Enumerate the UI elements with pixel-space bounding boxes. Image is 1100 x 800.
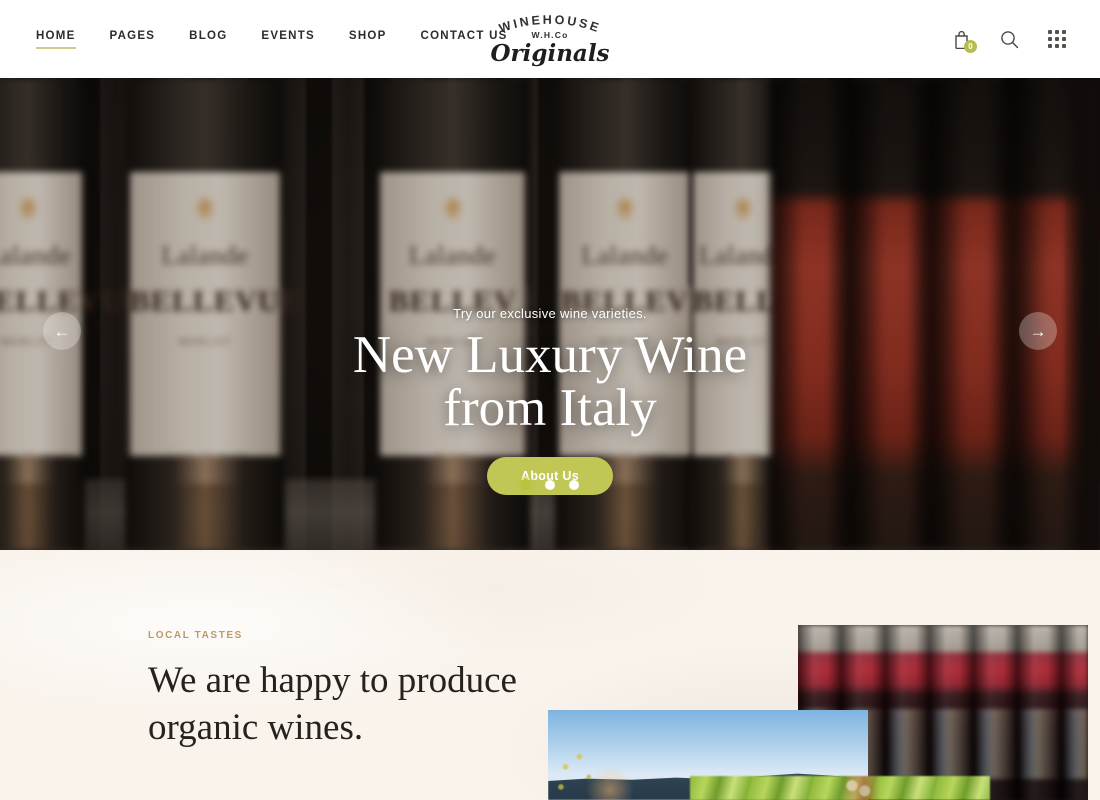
about-text-block: LOCAL TASTES We are happy to produce org… xyxy=(148,630,528,752)
hero-title: New Luxury Wine from Italy xyxy=(0,329,1100,435)
main-navigation: HOME PAGES BLOG EVENTS SHOP CONTACT US xyxy=(36,30,508,49)
slider-pagination xyxy=(0,480,1100,490)
hero-title-line-1: New Luxury Wine xyxy=(352,326,748,384)
nav-item-events[interactable]: EVENTS xyxy=(261,30,315,49)
hero-subtitle: Try our exclusive wine varieties. xyxy=(453,306,647,321)
about-heading: We are happy to produce organic wines. xyxy=(148,660,517,749)
arrow-right-icon: → xyxy=(1029,321,1047,341)
nav-item-home[interactable]: HOME xyxy=(36,30,76,49)
arrow-left-icon: ← xyxy=(53,321,71,341)
search-icon xyxy=(1000,30,1018,48)
slider-prev-button[interactable]: ← xyxy=(43,312,81,350)
grid-menu-button[interactable] xyxy=(1044,26,1070,52)
slider-dot-3[interactable] xyxy=(569,480,579,490)
cart-count-badge: 0 xyxy=(964,40,977,53)
nav-item-shop[interactable]: SHOP xyxy=(349,30,387,49)
hero-title-line-2: from Italy xyxy=(443,379,657,437)
hero-slider: Lalande BELLEVUE MERLOT CÔTES DE BORD La… xyxy=(0,78,1100,550)
about-image-grape-leaves xyxy=(690,776,990,800)
slider-next-button[interactable]: → xyxy=(1019,312,1057,350)
header-icons: 0 xyxy=(948,26,1070,53)
hero-copy: Try our exclusive wine varieties. New Lu… xyxy=(0,306,1100,495)
search-button[interactable] xyxy=(996,26,1022,52)
logo-subtitle: W.H.Co xyxy=(532,30,569,40)
site-header: HOME PAGES BLOG EVENTS SHOP CONTACT US W… xyxy=(0,0,1100,78)
site-logo[interactable]: WINEHOUSE W.H.Co Originals xyxy=(455,8,645,68)
nav-item-blog[interactable]: BLOG xyxy=(189,30,227,49)
slider-dot-1[interactable] xyxy=(521,480,531,490)
about-eyebrow: LOCAL TASTES xyxy=(148,630,243,641)
page-root: HOME PAGES BLOG EVENTS SHOP CONTACT US W… xyxy=(0,0,1100,800)
logo-script-text: Originals xyxy=(490,40,609,67)
nav-item-pages[interactable]: PAGES xyxy=(110,30,156,49)
grid-menu-icon xyxy=(1048,30,1066,48)
slider-dot-2[interactable] xyxy=(545,480,555,490)
cart-button[interactable]: 0 xyxy=(948,26,977,53)
